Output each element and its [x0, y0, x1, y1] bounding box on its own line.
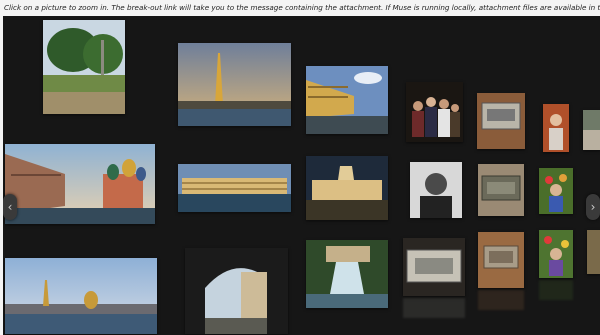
photo-metal-plaque-1[interactable]	[477, 93, 525, 149]
photo-edge-top-right[interactable]	[583, 110, 600, 150]
photo-child-flowers-2[interactable]	[539, 230, 573, 278]
reflection-tile	[539, 280, 573, 300]
photo-spire-river[interactable]	[178, 43, 291, 126]
photo-group-people[interactable]	[406, 82, 463, 142]
photo-arch-street[interactable]	[185, 248, 288, 334]
photo-museum-evening[interactable]	[306, 156, 388, 220]
photo-fountain[interactable]	[306, 240, 388, 308]
prev-arrow-button[interactable]: ‹	[3, 194, 17, 220]
next-arrow-button[interactable]: ›	[586, 194, 600, 220]
photo-edge-bottom-right[interactable]	[587, 230, 600, 274]
image-gallery: ‹ ›	[3, 16, 600, 335]
photo-metal-plaque-4[interactable]	[478, 232, 524, 288]
photo-person-orange[interactable]	[543, 104, 569, 152]
photo-man-portrait[interactable]	[410, 162, 462, 218]
photo-palace-waterfront[interactable]	[178, 164, 291, 212]
photo-trees-park[interactable]	[43, 20, 125, 114]
photo-yellow-buildings-canal[interactable]	[306, 66, 388, 134]
reflection-tile	[403, 298, 465, 318]
photo-metal-plaque-2[interactable]	[478, 164, 524, 216]
instructions-text: Click on a picture to zoom in. The break…	[0, 0, 600, 16]
photo-city-skyline[interactable]	[5, 258, 157, 334]
photo-metal-plaque-3[interactable]	[403, 238, 465, 296]
reflection-tile	[478, 290, 524, 310]
photo-church-domes[interactable]	[5, 144, 155, 224]
photo-child-flowers-1[interactable]	[539, 168, 573, 214]
